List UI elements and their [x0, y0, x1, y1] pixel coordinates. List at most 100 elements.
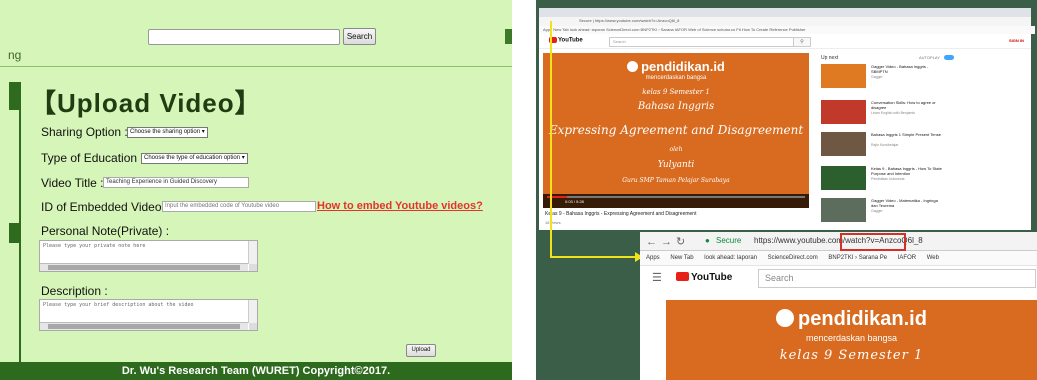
embed-help-link[interactable]: How to embed Youtube videos?	[317, 200, 483, 212]
video-views: 18 views	[545, 220, 561, 225]
bookmarks-bar[interactable]: Apps New Tab look ahead: laporan Science…	[640, 251, 1037, 266]
video-title-input[interactable]: Teaching Experience in Guided Discovery	[103, 177, 249, 188]
brand-logo: pendidikan.id	[666, 308, 1037, 331]
video-line-oleh: oleh	[669, 146, 683, 153]
brand-logo: pendidikan.id	[543, 59, 809, 74]
suggested-meta: Gagger	[871, 209, 883, 213]
suggested-meta: Pendidikan Indonesia	[871, 177, 905, 181]
suggested-video[interactable]: Gagger Video - Bahasa Inggris - SBMPTN G…	[821, 64, 1021, 88]
suggested-video[interactable]: Kelas 9 - Bahasa Inggris - How To State …	[821, 166, 1021, 190]
youtube-browser-window: Secure | https://www.youtube.com/watch?v…	[539, 8, 1035, 230]
address-bar[interactable]: ←→↻ ● Secure https://www.youtube.com/wat…	[640, 232, 1037, 251]
suggested-meta: Gagger	[871, 75, 883, 79]
youtube-logo[interactable]: YouTube	[676, 272, 732, 283]
cropped-button-edge	[505, 29, 512, 44]
youtube-header: YouTube Search ⚲ SIGN IN	[539, 34, 1031, 49]
suggested-title[interactable]: Gagger Video - Bahasa Inggris - SBMPTN	[871, 64, 943, 74]
bookmarks-bar[interactable]: Apps New Tab look ahead: laporan Science…	[539, 26, 1035, 34]
horizontal-scrollbar[interactable]	[40, 322, 248, 330]
vertical-scrollbar[interactable]	[248, 300, 257, 323]
browser-tab-bar[interactable]	[539, 8, 1031, 17]
description-textarea[interactable]: Please type your brief description about…	[39, 299, 258, 331]
horizontal-scrollbar[interactable]	[40, 263, 248, 271]
bookmark-bnp2tki[interactable]: BNP2TKI › Sarana Pe	[828, 255, 887, 261]
suggested-title[interactable]: Conversation Skills: How to agree or dis…	[871, 100, 943, 110]
embedded-id-input[interactable]: Input the embedded code of Youtube video	[162, 201, 316, 212]
upload-button[interactable]: Upload	[406, 344, 436, 357]
sign-in-button[interactable]: SIGN IN	[1009, 38, 1024, 43]
suggested-video[interactable]: Conversation Skills: How to agree or dis…	[821, 100, 1021, 124]
sharing-option-label: Sharing Option :	[41, 125, 128, 139]
video-title: Kelas 9 - Bahasa Inggris - Expressing Ag…	[545, 211, 697, 217]
page-title: 【Upload Video】	[30, 88, 262, 118]
description-label: Description :	[41, 284, 108, 298]
video-thumbnail[interactable]	[821, 132, 866, 156]
resize-handle[interactable]	[249, 323, 257, 330]
suggested-title[interactable]: Kelas 9 - Bahasa Inggris - How To State …	[871, 166, 943, 176]
video-preview[interactable]: pendidikan.id mencerdaskan bangsa kelas …	[666, 300, 1037, 380]
education-type-label: Type of Education :	[41, 151, 144, 165]
suggested-title[interactable]: Gagger Video - Matematika - Ingringa dan…	[871, 198, 943, 208]
nav-buttons-icon[interactable]: ←→↻	[646, 235, 689, 248]
suggested-title[interactable]: Bahasa Inggris 1 Simple Present Tense	[871, 132, 943, 137]
personal-note-textarea[interactable]: Please type your private note here	[39, 240, 258, 272]
pointer-arrow	[550, 256, 638, 258]
video-line-subject: Bahasa Inggris	[637, 101, 715, 112]
description-placeholder: Please type your brief description about…	[43, 302, 194, 308]
youtube-search-input[interactable]: Search	[758, 269, 1036, 288]
video-line-topic: Expressing Agreement and Disagreement	[548, 123, 804, 137]
search-icon[interactable]: ⚲	[793, 37, 811, 47]
video-thumbnail[interactable]	[821, 100, 866, 124]
player-controls[interactable]: 0:03 / 5:28	[543, 194, 809, 208]
zoomed-browser-window: ←→↻ ● Secure https://www.youtube.com/wat…	[640, 232, 1037, 380]
secure-label: Secure	[716, 236, 742, 245]
suggested-video[interactable]: Bahasa Inggris 1 Simple Present Tense Ra…	[821, 132, 1021, 156]
video-line-author: Yulyanti	[657, 160, 695, 170]
suggested-meta: Learn English with Benjamin	[871, 111, 916, 115]
video-line-kelas: kelas 9 Semester 1	[642, 88, 710, 96]
divider	[0, 66, 512, 67]
bookmark-look-ahead[interactable]: look ahead: laporan	[704, 255, 757, 261]
youtube-play-icon	[676, 272, 689, 281]
video-player[interactable]: pendidikan.id mencerdaskan bangsa kelas …	[543, 53, 809, 208]
cropped-nav-text: ng	[8, 48, 22, 62]
suggested-meta: Rajin Kursibelajar	[871, 143, 899, 147]
vertical-scrollbar[interactable]	[248, 241, 257, 264]
brand-icon	[776, 309, 795, 327]
pointer-arrow	[550, 21, 552, 257]
education-type-select[interactable]: Choose the type of education option ▾	[141, 153, 248, 164]
sharing-option-select[interactable]: Choose the sharing option ▾	[127, 127, 208, 138]
address-url: Secure | https://www.youtube.com/watch?v…	[579, 18, 680, 23]
brand-tagline: mencerdaskan bangsa	[645, 75, 707, 81]
bookmark-iafor[interactable]: IAFOR	[898, 255, 916, 261]
bookmark-new-tab[interactable]: New Tab	[670, 255, 693, 261]
video-thumbnail[interactable]	[821, 64, 866, 88]
video-line-school: Guru SMP Taman Pelajar Surabaya	[622, 177, 730, 184]
menu-icon[interactable]: ☰	[652, 271, 662, 284]
bookmark-sciencedirect[interactable]: ScienceDirect.com	[768, 255, 818, 261]
bookmark-apps[interactable]: Apps	[646, 255, 660, 261]
section-border	[19, 82, 21, 362]
progress-bar[interactable]	[547, 196, 805, 198]
embedded-id-label: ID of Embedded Video :	[41, 200, 169, 214]
youtube-logo[interactable]: YouTube	[549, 37, 583, 44]
video-thumbnail[interactable]	[821, 198, 866, 222]
video-line-kelas: kelas 9 Semester 1	[779, 348, 924, 363]
suggested-video[interactable]: Gagger Video - Matematika - Ingringa dan…	[821, 198, 1021, 222]
video-title-label: Video Title :	[41, 176, 104, 190]
site-search-input[interactable]	[148, 29, 340, 45]
up-next-label: Up next	[821, 55, 839, 61]
resize-handle[interactable]	[249, 264, 257, 271]
brand-icon	[627, 61, 639, 72]
upload-video-page: Search ng 【Upload Video】 Sharing Option …	[0, 0, 512, 380]
youtube-header: ☰ YouTube Search	[640, 266, 1037, 290]
personal-note-placeholder: Please type your private note here	[43, 243, 146, 249]
video-thumbnail[interactable]	[821, 166, 866, 190]
site-search-button[interactable]: Search	[343, 28, 376, 45]
video-id-highlight	[840, 233, 906, 251]
bookmark-web[interactable]: Web	[927, 255, 939, 261]
autoplay-label: AUTOPLAY	[919, 55, 940, 60]
time-display: 0:03 / 5:28	[565, 199, 584, 204]
youtube-search-input[interactable]: Search	[609, 37, 794, 47]
autoplay-toggle[interactable]	[944, 55, 954, 60]
